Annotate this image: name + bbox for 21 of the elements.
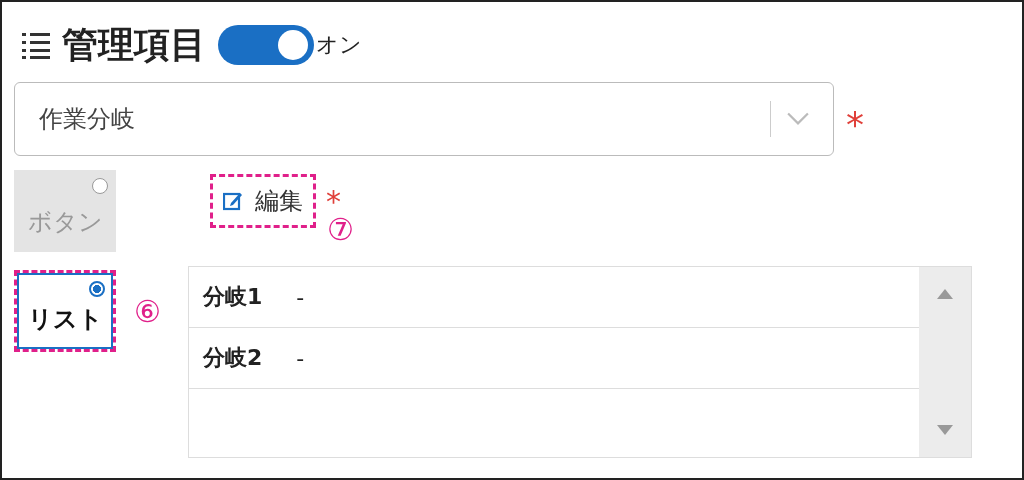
branch-value: - bbox=[296, 345, 305, 371]
chevron-down-icon bbox=[787, 112, 809, 126]
scroll-down-icon[interactable] bbox=[937, 425, 953, 435]
branch-name[interactable]: 分岐1 bbox=[203, 282, 263, 312]
section-title: 管理項目 bbox=[62, 22, 206, 67]
callout-number: ⑦ bbox=[327, 212, 354, 247]
dropdown-field[interactable]: 作業分岐 bbox=[14, 82, 834, 156]
mode-option[interactable]: リスト bbox=[14, 270, 116, 352]
branch-value: - bbox=[296, 284, 305, 310]
branch-name[interactable]: 分岐2 bbox=[203, 343, 263, 373]
radio-button[interactable] bbox=[92, 178, 108, 194]
toggle-label: オン bbox=[316, 31, 362, 59]
radio-button[interactable] bbox=[89, 281, 105, 297]
list-icon bbox=[22, 30, 52, 60]
edit-icon bbox=[223, 191, 243, 211]
toggle-switch[interactable] bbox=[218, 25, 314, 65]
required-mark: * bbox=[846, 103, 864, 145]
scroll-up-icon[interactable] bbox=[937, 289, 953, 299]
callout-number: ⑥ bbox=[134, 293, 161, 329]
edit-button[interactable]: 編集 bbox=[210, 174, 316, 228]
scrollbar[interactable] bbox=[919, 267, 971, 457]
